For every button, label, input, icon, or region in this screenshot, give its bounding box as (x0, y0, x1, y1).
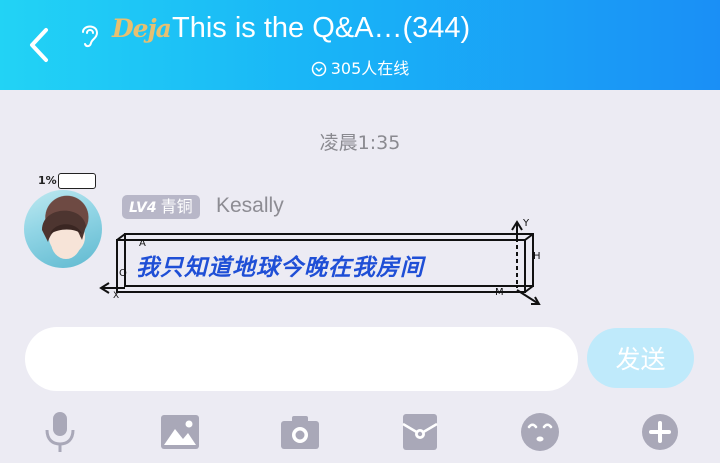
svg-text:Y: Y (522, 218, 530, 229)
svg-text:O: O (119, 268, 127, 279)
camera-icon (281, 416, 319, 449)
image-icon (161, 415, 199, 449)
camera-button[interactable] (276, 408, 324, 456)
message-input[interactable] (25, 327, 578, 391)
username[interactable]: Kesally (216, 194, 284, 218)
emoji-icon (521, 413, 559, 451)
chat-title[interactable]: This is the Q&A…(344) (172, 12, 470, 45)
avatar-portrait-icon (42, 210, 86, 259)
chevron-down-circle-icon (311, 61, 326, 77)
chat-header: Deja This is the Q&A…(344) 305人在线 (0, 0, 720, 90)
sticker-pack-icon (402, 414, 438, 450)
level-label: LV4 (129, 200, 157, 216)
image-button[interactable] (156, 408, 204, 456)
plus-icon (642, 414, 678, 450)
message-text: 我只知道地球今晚在我房间 (136, 255, 424, 281)
svg-text:X: X (113, 291, 119, 301)
more-button[interactable] (636, 408, 684, 456)
rank-label: 青铜 (160, 197, 193, 216)
online-count: 305人在线 (330, 59, 410, 78)
avatar[interactable] (24, 190, 102, 268)
level-badge: LV4 青铜 (122, 195, 200, 219)
svg-text:H: H (533, 251, 541, 262)
app-logo: Deja (112, 14, 172, 43)
message-timestamp: 凌晨1:35 (319, 132, 401, 154)
voice-button[interactable] (36, 408, 84, 456)
emoji-button[interactable] (516, 408, 564, 456)
svg-text:M: M (495, 287, 504, 298)
send-button[interactable]: 发送 (587, 328, 694, 388)
sticker-button[interactable] (396, 408, 444, 456)
online-status[interactable]: 305人在线 (0, 55, 720, 79)
input-toolbar (0, 402, 720, 463)
battery-label: 1% (38, 174, 57, 187)
battery-icon (58, 173, 96, 189)
ear-icon[interactable] (78, 20, 102, 50)
microphone-icon (45, 412, 75, 452)
